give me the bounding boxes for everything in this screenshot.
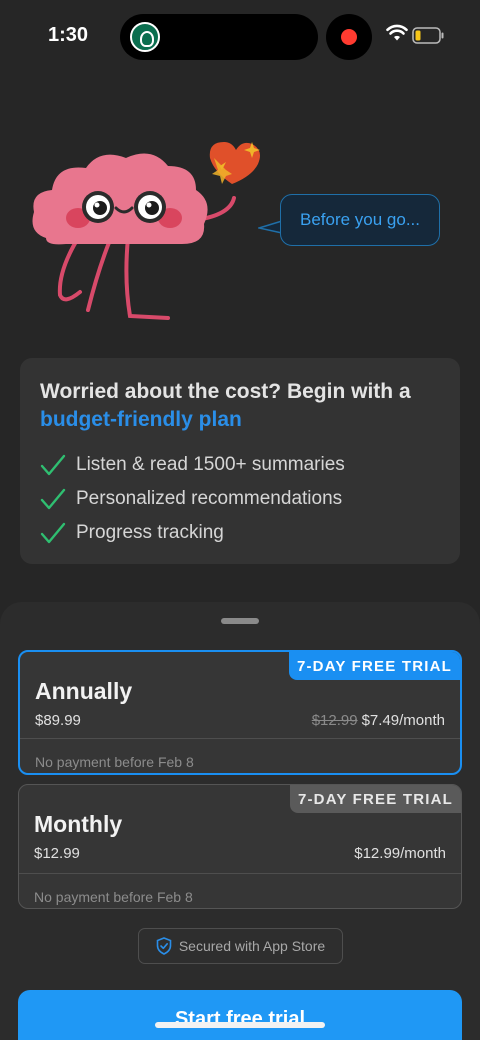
info-title-accent: budget-friendly plan [40,408,242,431]
shield-check-icon [156,937,172,955]
sheet-drag-handle[interactable] [221,618,259,624]
discounted-monthly-price: $7.49/month [361,712,445,729]
plan-monthly-price: $12.99 $7.49/month [312,712,445,729]
home-indicator[interactable] [155,1022,325,1028]
divider [19,873,461,874]
free-trial-badge: 7-DAY FREE TRIAL [288,652,460,680]
benefit-label: Listen & read 1500+ summaries [76,454,345,475]
plans-bottom-sheet: 7-DAY FREE TRIAL Annually $89.99 $12.99 $… [0,602,480,1040]
plan-name: Monthly [34,811,123,837]
record-icon [341,29,357,45]
plan-price: $12.99 [34,845,80,862]
benefit-item: Listen & read 1500+ summaries [40,448,440,482]
plan-monthly-price: $12.99/month [354,845,446,862]
speech-bubble: Before you go... [280,194,440,246]
payment-note: No payment before Feb 8 [34,889,193,905]
secured-label: Secured with App Store [178,938,326,954]
plan-option-annually[interactable]: 7-DAY FREE TRIAL Annually $89.99 $12.99 $… [18,650,462,775]
info-card-title: Worried about the cost? Begin with a bud… [40,378,440,434]
battery-icon [412,27,444,44]
status-bar: 1:30 [0,0,480,72]
plan-name: Annually [35,678,133,704]
cost-info-card: Worried about the cost? Begin with a bud… [20,358,460,564]
secured-with-app-store-badge: Secured with App Store [138,928,343,964]
recording-indicator[interactable] [326,14,372,60]
checkmark-icon [40,522,66,544]
hero-illustration: Before you go... [0,120,480,340]
info-title-text: Worried about the cost? Begin with a [40,380,411,403]
benefit-label: Personalized recommendations [76,488,343,509]
checkmark-icon [40,454,66,476]
plan-price: $89.99 [35,712,81,729]
checkmark-icon [40,488,66,510]
divider [20,738,460,739]
wifi-icon [386,24,408,41]
plan-option-monthly[interactable]: 7-DAY FREE TRIAL Monthly $12.99 $12.99/m… [18,784,462,909]
benefits-list: Listen & read 1500+ summaries Personaliz… [40,448,440,550]
original-monthly-price: $12.99 [311,712,358,729]
benefit-item: Progress tracking [40,516,440,550]
free-trial-badge: 7-DAY FREE TRIAL [289,785,461,813]
benefit-item: Personalized recommendations [40,482,440,516]
starbucks-app-icon[interactable] [130,22,160,52]
status-time: 1:30 [48,24,89,46]
payment-note: No payment before Feb 8 [35,754,194,770]
dynamic-island[interactable] [120,14,318,60]
start-free-trial-button[interactable]: Start free trial [18,990,462,1040]
benefit-label: Progress tracking [76,522,224,543]
